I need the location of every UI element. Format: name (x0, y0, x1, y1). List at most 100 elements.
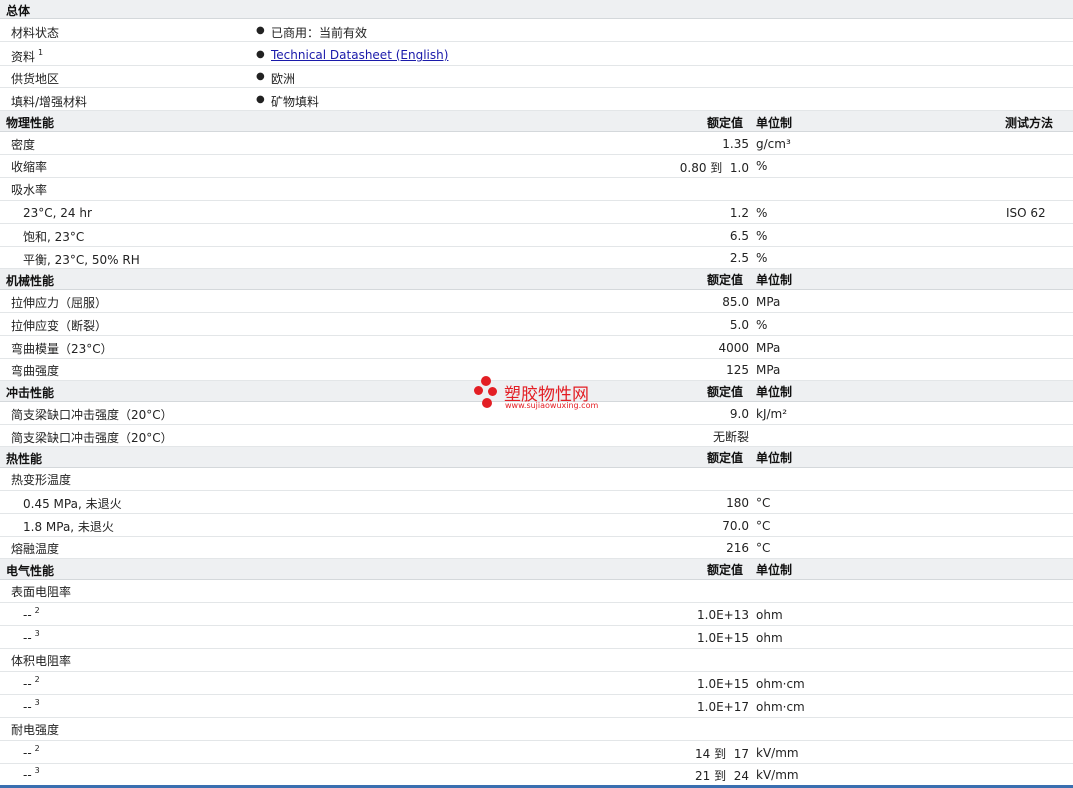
table-row: -- 2 1.0E+13 ohm (0, 603, 1073, 626)
bullet-icon: ● (256, 25, 265, 36)
table-row: 平衡, 23°C, 50% RH 2.5 % (0, 247, 1073, 269)
row-value: 180 (726, 496, 749, 510)
row-value: 1.2 (729, 206, 749, 220)
section-title: 总体 (6, 4, 31, 18)
row-label: 耐电强度 (11, 723, 60, 737)
table-row: 供货地区 ● 欧洲 (0, 66, 1073, 88)
row-label: -- 2 (23, 675, 40, 691)
row-label: 弯曲强度 (11, 364, 60, 378)
row-value: 6.5 (729, 229, 749, 243)
row-unit: °C (756, 496, 771, 510)
row-unit: MPa (756, 363, 781, 377)
table-row: 密度 1.35 g/cm³ (0, 132, 1073, 155)
bullet-icon: ● (256, 71, 265, 82)
method-header: 测试方法 (1005, 116, 1054, 130)
row-label: 密度 (11, 138, 36, 152)
row-label: 拉伸应变（断裂） (11, 319, 108, 333)
row-unit: kV/mm (756, 768, 799, 782)
unit-header: 单位制 (756, 385, 793, 399)
datasheet-link[interactable]: Technical Datasheet (English) (271, 48, 448, 62)
table-row: -- 3 1.0E+17 ohm·cm (0, 695, 1073, 718)
row-label: 1.8 MPa, 未退火 (23, 520, 114, 534)
row-value: 无断裂 (712, 430, 749, 444)
row-label: -- 3 (23, 766, 40, 782)
bullet-icon: ● (256, 49, 265, 60)
table-row: 拉伸应力（屈服） 85.0 MPa (0, 290, 1073, 313)
table-row: 弯曲强度 125 MPa (0, 359, 1073, 381)
row-label: -- 3 (23, 629, 40, 645)
row-label: 简支梁缺口冲击强度（20°C） (11, 431, 173, 445)
row-value: 125 (726, 363, 749, 377)
watermark-logo-icon (474, 376, 500, 410)
row-unit: ohm·cm (756, 700, 805, 714)
row-unit: kJ/m² (756, 407, 788, 421)
table-row: 简支梁缺口冲击强度（20°C） 无断裂 (0, 425, 1073, 447)
nominal-header: 额定值 (707, 116, 744, 130)
row-label: 平衡, 23°C, 50% RH (23, 253, 140, 267)
row-value: 85.0 (722, 295, 749, 309)
section-title: 物理性能 (6, 116, 55, 130)
watermark-url: www.sujiaowuxing.com (505, 401, 599, 410)
row-label: 供货地区 (11, 72, 60, 86)
nominal-header: 额定值 (707, 563, 744, 577)
table-row: 填料/增强材料 ● 矿物填料 (0, 88, 1073, 111)
table-row: 表面电阻率 (0, 580, 1073, 603)
row-label: 弯曲模量（23°C） (11, 342, 113, 356)
row-unit: % (756, 318, 768, 332)
section-title: 机械性能 (6, 274, 55, 288)
table-row: -- 3 21 到 24 kV/mm (0, 764, 1073, 785)
row-label: -- 2 (23, 744, 40, 760)
nominal-header: 额定值 (707, 451, 744, 465)
nominal-header: 额定值 (707, 273, 744, 287)
table-row: 吸水率 (0, 178, 1073, 201)
row-unit: MPa (756, 295, 781, 309)
row-label: 0.45 MPa, 未退火 (23, 497, 122, 511)
row-value: 216 (726, 541, 749, 555)
row-value: 欧洲 (271, 72, 296, 86)
table-row: 体积电阻率 (0, 649, 1073, 672)
row-value: 4000 (718, 341, 749, 355)
section-header-physical: 物理性能 额定值 单位制 测试方法 (0, 111, 1073, 132)
row-value: 1.0E+15 (697, 677, 749, 691)
row-value: 70.0 (722, 519, 749, 533)
table-row: 材料状态 ● 已商用：当前有效 (0, 19, 1073, 42)
row-label: -- 3 (23, 698, 40, 714)
row-label: 表面电阻率 (11, 585, 72, 599)
row-value: 5.0 (729, 318, 749, 332)
row-label: 材料状态 (11, 26, 60, 40)
row-label: 拉伸应力（屈服） (11, 296, 108, 310)
row-value: 9.0 (729, 407, 749, 421)
row-label: -- 2 (23, 606, 40, 622)
row-value: 21 到 24 (695, 769, 749, 783)
section-title: 热性能 (6, 452, 43, 466)
row-unit: MPa (756, 341, 781, 355)
row-unit: % (756, 159, 768, 173)
unit-header: 单位制 (756, 273, 793, 287)
section-title: 冲击性能 (6, 386, 55, 400)
table-row: 资料 1 ● Technical Datasheet (English) (0, 42, 1073, 66)
section-header-general: 总体 (0, 0, 1073, 19)
row-value: 已商用：当前有效 (271, 26, 368, 40)
row-value: 2.5 (729, 251, 749, 265)
unit-header: 单位制 (756, 563, 793, 577)
row-value: 14 到 17 (695, 747, 749, 761)
table-row: 0.45 MPa, 未退火 180 °C (0, 491, 1073, 514)
row-value: 0.80 到 1.0 (679, 161, 749, 175)
table-row: -- 2 14 到 17 kV/mm (0, 741, 1073, 764)
unit-header: 单位制 (756, 451, 793, 465)
row-method: ISO 62 (1006, 206, 1046, 220)
bullet-icon: ● (256, 94, 265, 105)
nominal-header: 额定值 (707, 385, 744, 399)
row-label: 23°C, 24 hr (23, 206, 92, 220)
table-row: -- 2 1.0E+15 ohm·cm (0, 672, 1073, 695)
table-row: 熔融温度 216 °C (0, 537, 1073, 559)
row-unit: ohm (756, 631, 783, 645)
row-label: 简支梁缺口冲击强度（20°C） (11, 408, 173, 422)
table-row: 23°C, 24 hr 1.2 % ISO 62 (0, 201, 1073, 224)
section-header-thermal: 热性能 额定值 单位制 (0, 447, 1073, 468)
row-unit: ohm·cm (756, 677, 805, 691)
section-header-mechanical: 机械性能 额定值 单位制 (0, 269, 1073, 290)
row-label: 饱和, 23°C (23, 230, 85, 244)
row-unit: % (756, 206, 768, 220)
table-row: -- 3 1.0E+15 ohm (0, 626, 1073, 649)
